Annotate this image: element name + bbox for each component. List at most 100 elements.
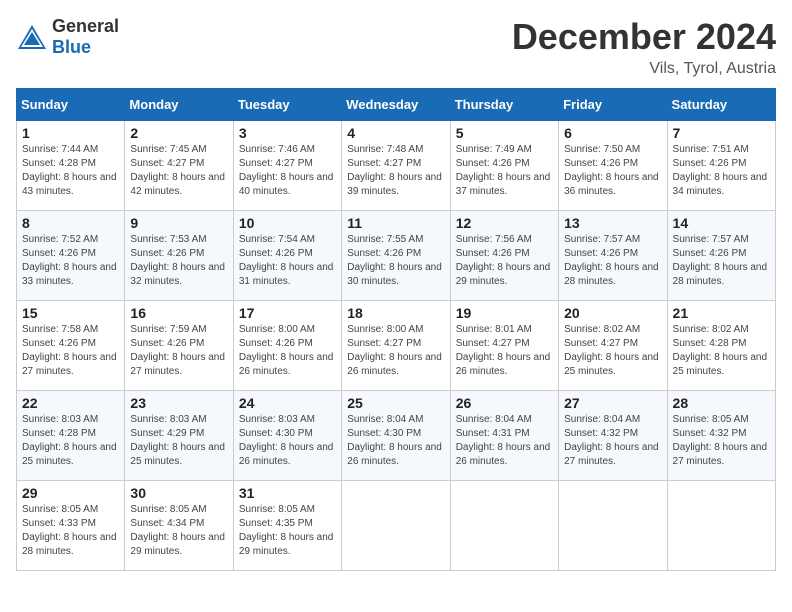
- calendar-day-18: 18 Sunrise: 8:00 AMSunset: 4:27 PMDayligh…: [342, 301, 450, 391]
- day-info: Sunrise: 7:53 AMSunset: 4:26 PMDaylight:…: [130, 233, 227, 289]
- day-number: 13: [564, 215, 661, 231]
- calendar-day-5: 5 Sunrise: 7:49 AMSunset: 4:26 PMDaylight…: [450, 121, 558, 211]
- calendar-day-11: 11Sunrise: 7:55 AMSunset: 4:26 PMDayligh…: [342, 211, 450, 301]
- day-header-saturday: Saturday: [667, 89, 775, 121]
- calendar-day-8: 8 Sunrise: 7:52 AMSunset: 4:26 PMDaylight…: [17, 211, 125, 301]
- day-info: Sunrise: 7:58 AMSunset: 4:26 PMDaylight:…: [22, 323, 119, 379]
- day-info: Sunrise: 7:54 AMSunset: 4:26 PMDaylight:…: [239, 233, 336, 289]
- calendar-day-2: 2 Sunrise: 7:45 AMSunset: 4:27 PMDaylight…: [125, 121, 233, 211]
- day-number: 19: [456, 305, 553, 321]
- day-number: 24: [239, 395, 336, 411]
- day-info: Sunrise: 7:51 AMSunset: 4:26 PMDaylight:…: [673, 143, 770, 199]
- day-number: 16: [130, 305, 227, 321]
- calendar-day-27: 27 Sunrise: 8:04 AMSunset: 4:32 PMDayligh…: [559, 391, 667, 481]
- day-number: 28: [673, 395, 770, 411]
- day-info: Sunrise: 8:03 AMSunset: 4:29 PMDaylight:…: [130, 413, 227, 469]
- day-info: Sunrise: 8:03 AMSunset: 4:30 PMDaylight:…: [239, 413, 336, 469]
- empty-cell: [559, 481, 667, 571]
- day-number: 4: [347, 125, 444, 141]
- day-info: Sunrise: 7:46 AMSunset: 4:27 PMDaylight:…: [239, 143, 336, 199]
- day-info: Sunrise: 8:02 AMSunset: 4:28 PMDaylight:…: [673, 323, 770, 379]
- title-area: December 2024 Vils, Tyrol, Austria: [512, 16, 776, 78]
- empty-cell: [450, 481, 558, 571]
- day-info: Sunrise: 8:03 AMSunset: 4:28 PMDaylight:…: [22, 413, 119, 469]
- calendar-day-3: 3Sunrise: 7:46 AMSunset: 4:27 PMDaylight…: [233, 121, 341, 211]
- day-info: Sunrise: 7:50 AMSunset: 4:26 PMDaylight:…: [564, 143, 661, 199]
- page-header: General Blue December 2024 Vils, Tyrol, …: [16, 16, 776, 78]
- calendar-day-31: 31 Sunrise: 8:05 AMSunset: 4:35 PMDayligh…: [233, 481, 341, 571]
- day-header-thursday: Thursday: [450, 89, 558, 121]
- calendar-day-28: 28 Sunrise: 8:05 AMSunset: 4:32 PMDayligh…: [667, 391, 775, 481]
- day-number: 31: [239, 485, 336, 501]
- day-number: 30: [130, 485, 227, 501]
- calendar-day-22: 22Sunrise: 8:03 AMSunset: 4:28 PMDayligh…: [17, 391, 125, 481]
- day-info: Sunrise: 8:01 AMSunset: 4:27 PMDaylight:…: [456, 323, 553, 379]
- day-header-wednesday: Wednesday: [342, 89, 450, 121]
- calendar-day-19: 19 Sunrise: 8:01 AMSunset: 4:27 PMDayligh…: [450, 301, 558, 391]
- calendar-day-16: 16 Sunrise: 7:59 AMSunset: 4:26 PMDayligh…: [125, 301, 233, 391]
- day-number: 25: [347, 395, 444, 411]
- day-info: Sunrise: 8:05 AMSunset: 4:34 PMDaylight:…: [130, 503, 227, 559]
- day-info: Sunrise: 8:04 AMSunset: 4:32 PMDaylight:…: [564, 413, 661, 469]
- calendar-day-23: 23Sunrise: 8:03 AMSunset: 4:29 PMDayligh…: [125, 391, 233, 481]
- day-info: Sunrise: 8:05 AMSunset: 4:32 PMDaylight:…: [673, 413, 770, 469]
- day-number: 18: [347, 305, 444, 321]
- calendar-day-1: 1Sunrise: 7:44 AMSunset: 4:28 PMDaylight…: [17, 121, 125, 211]
- calendar-day-30: 30 Sunrise: 8:05 AMSunset: 4:34 PMDayligh…: [125, 481, 233, 571]
- calendar-day-29: 29Sunrise: 8:05 AMSunset: 4:33 PMDayligh…: [17, 481, 125, 571]
- day-number: 1: [22, 125, 119, 141]
- day-info: Sunrise: 7:57 AMSunset: 4:26 PMDaylight:…: [673, 233, 770, 289]
- day-number: 15: [22, 305, 119, 321]
- calendar-day-4: 4 Sunrise: 7:48 AMSunset: 4:27 PMDaylight…: [342, 121, 450, 211]
- day-info: Sunrise: 7:48 AMSunset: 4:27 PMDaylight:…: [347, 143, 444, 199]
- calendar-day-9: 9 Sunrise: 7:53 AMSunset: 4:26 PMDaylight…: [125, 211, 233, 301]
- location: Vils, Tyrol, Austria: [512, 60, 776, 78]
- calendar-day-13: 13 Sunrise: 7:57 AMSunset: 4:26 PMDayligh…: [559, 211, 667, 301]
- day-info: Sunrise: 7:56 AMSunset: 4:26 PMDaylight:…: [456, 233, 553, 289]
- day-number: 17: [239, 305, 336, 321]
- empty-cell: [667, 481, 775, 571]
- day-header-monday: Monday: [125, 89, 233, 121]
- day-number: 5: [456, 125, 553, 141]
- day-number: 27: [564, 395, 661, 411]
- day-info: Sunrise: 7:45 AMSunset: 4:27 PMDaylight:…: [130, 143, 227, 199]
- logo-icon: [16, 23, 48, 51]
- calendar-day-21: 21Sunrise: 8:02 AMSunset: 4:28 PMDayligh…: [667, 301, 775, 391]
- calendar-day-10: 10 Sunrise: 7:54 AMSunset: 4:26 PMDayligh…: [233, 211, 341, 301]
- day-header-sunday: Sunday: [17, 89, 125, 121]
- empty-cell: [342, 481, 450, 571]
- day-number: 10: [239, 215, 336, 231]
- day-number: 9: [130, 215, 227, 231]
- logo-text: General Blue: [52, 16, 119, 58]
- day-info: Sunrise: 7:52 AMSunset: 4:26 PMDaylight:…: [22, 233, 119, 289]
- calendar-day-14: 14 Sunrise: 7:57 AMSunset: 4:26 PMDayligh…: [667, 211, 775, 301]
- day-header-friday: Friday: [559, 89, 667, 121]
- day-info: Sunrise: 8:04 AMSunset: 4:30 PMDaylight:…: [347, 413, 444, 469]
- day-info: Sunrise: 7:59 AMSunset: 4:26 PMDaylight:…: [130, 323, 227, 379]
- calendar-day-7: 7 Sunrise: 7:51 AMSunset: 4:26 PMDaylight…: [667, 121, 775, 211]
- calendar-day-17: 17Sunrise: 8:00 AMSunset: 4:26 PMDayligh…: [233, 301, 341, 391]
- day-info: Sunrise: 8:05 AMSunset: 4:33 PMDaylight:…: [22, 503, 119, 559]
- day-number: 2: [130, 125, 227, 141]
- day-number: 7: [673, 125, 770, 141]
- day-info: Sunrise: 8:00 AMSunset: 4:27 PMDaylight:…: [347, 323, 444, 379]
- calendar-day-26: 26Sunrise: 8:04 AMSunset: 4:31 PMDayligh…: [450, 391, 558, 481]
- day-info: Sunrise: 8:02 AMSunset: 4:27 PMDaylight:…: [564, 323, 661, 379]
- day-number: 20: [564, 305, 661, 321]
- day-number: 6: [564, 125, 661, 141]
- day-info: Sunrise: 7:57 AMSunset: 4:26 PMDaylight:…: [564, 233, 661, 289]
- day-number: 11: [347, 215, 444, 231]
- day-number: 8: [22, 215, 119, 231]
- day-number: 14: [673, 215, 770, 231]
- day-header-tuesday: Tuesday: [233, 89, 341, 121]
- calendar-day-24: 24 Sunrise: 8:03 AMSunset: 4:30 PMDayligh…: [233, 391, 341, 481]
- day-info: Sunrise: 7:49 AMSunset: 4:26 PMDaylight:…: [456, 143, 553, 199]
- logo-blue: Blue: [52, 37, 91, 57]
- month-title: December 2024: [512, 16, 776, 58]
- day-info: Sunrise: 8:05 AMSunset: 4:35 PMDaylight:…: [239, 503, 336, 559]
- day-number: 26: [456, 395, 553, 411]
- calendar-day-15: 15 Sunrise: 7:58 AMSunset: 4:26 PMDayligh…: [17, 301, 125, 391]
- calendar-day-20: 20 Sunrise: 8:02 AMSunset: 4:27 PMDayligh…: [559, 301, 667, 391]
- day-number: 12: [456, 215, 553, 231]
- calendar-day-12: 12 Sunrise: 7:56 AMSunset: 4:26 PMDayligh…: [450, 211, 558, 301]
